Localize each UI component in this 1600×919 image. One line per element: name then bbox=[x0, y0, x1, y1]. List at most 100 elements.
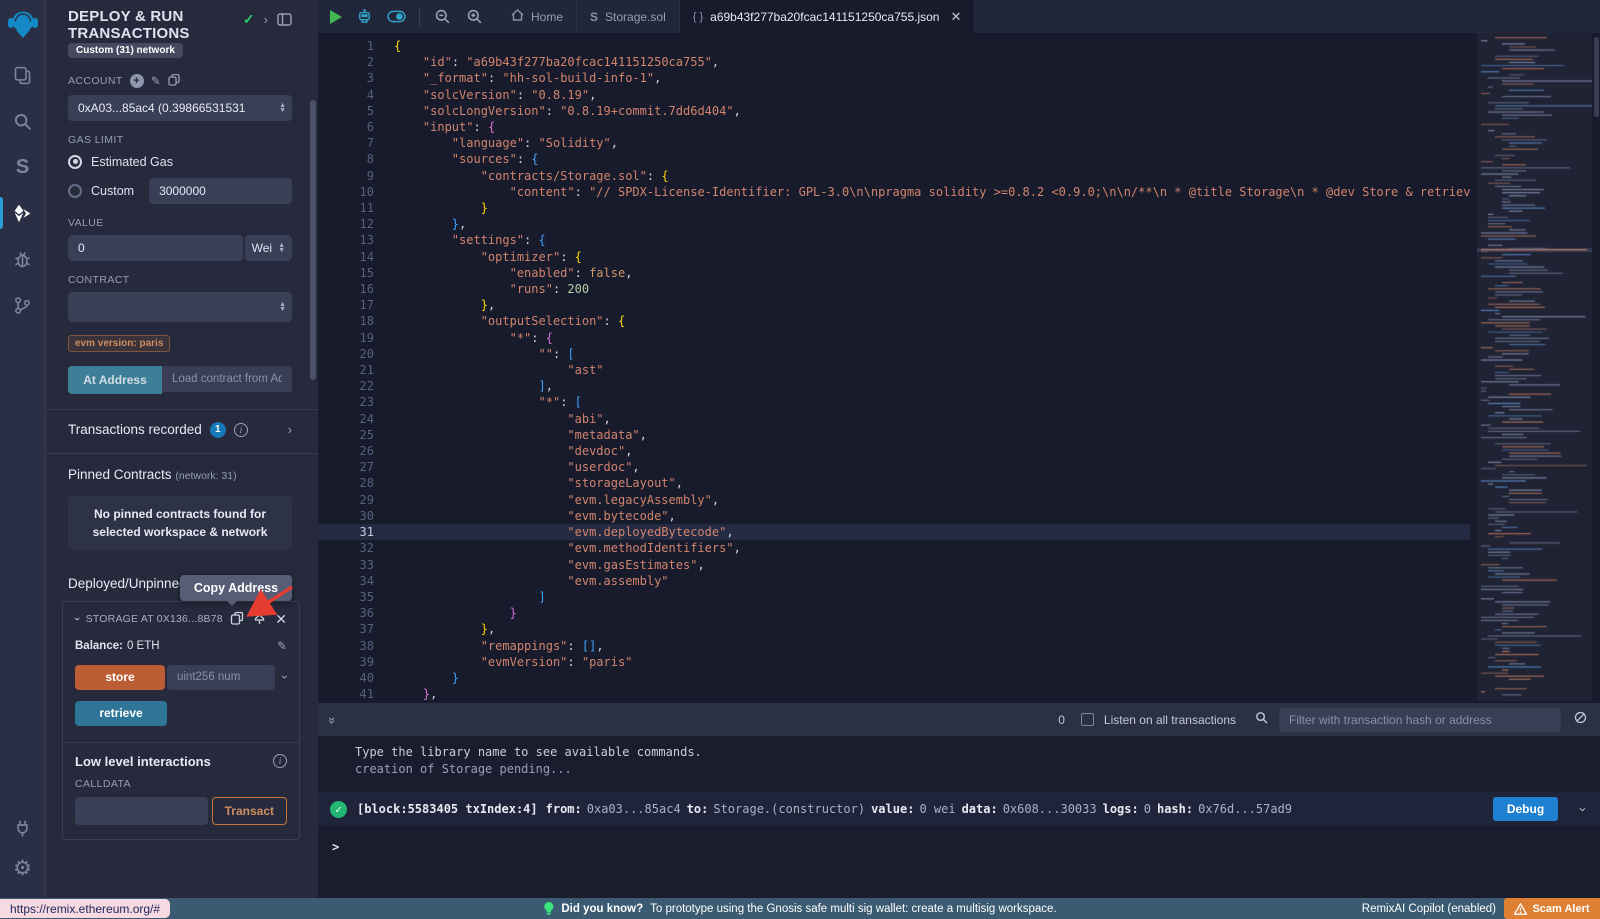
edit-account-icon[interactable]: ✎ bbox=[151, 74, 161, 88]
transactions-info-icon[interactable]: i bbox=[234, 423, 248, 437]
collapse-chevron-icon[interactable]: › bbox=[71, 617, 83, 621]
git-icon[interactable] bbox=[0, 285, 46, 325]
close-tab-icon[interactable]: ✕ bbox=[950, 9, 961, 25]
calldata-input[interactable] bbox=[75, 797, 208, 825]
value-input[interactable] bbox=[68, 235, 243, 261]
code-line-31[interactable]: 31 "evm.deployedBytecode", bbox=[318, 524, 1470, 540]
code-line-11[interactable]: 11 } bbox=[318, 200, 1470, 216]
code-line-15[interactable]: 15 "enabled": false, bbox=[318, 265, 1470, 281]
code-line-32[interactable]: 32 "evm.methodIdentifiers", bbox=[318, 540, 1470, 556]
debugger-icon[interactable] bbox=[0, 239, 46, 279]
solidity-compiler-icon[interactable]: S bbox=[0, 147, 46, 187]
code-line-5[interactable]: 5 "solcLongVersion": "0.8.19+commit.7dd6… bbox=[318, 103, 1470, 119]
code-line-6[interactable]: 6 "input": { bbox=[318, 119, 1470, 135]
search-icon[interactable] bbox=[0, 101, 46, 141]
custom-gas-input[interactable] bbox=[149, 178, 292, 204]
code-line-21[interactable]: 21 "ast" bbox=[318, 362, 1470, 378]
code-line-29[interactable]: 29 "evm.legacyAssembly", bbox=[318, 492, 1470, 508]
code-line-35[interactable]: 35 ] bbox=[318, 589, 1470, 605]
file-explorer-icon[interactable] bbox=[0, 55, 46, 95]
transact-button[interactable]: Transact bbox=[212, 797, 287, 825]
transactions-recorded-row[interactable]: Transactions recorded 1 i › bbox=[68, 422, 292, 438]
terminal-search-icon[interactable] bbox=[1254, 710, 1269, 730]
load-contract-input[interactable] bbox=[162, 366, 292, 392]
expand-tx-chevron-icon[interactable]: › bbox=[1575, 805, 1590, 813]
code-line-22[interactable]: 22 ], bbox=[318, 378, 1470, 394]
code-line-13[interactable]: 13 "settings": { bbox=[318, 232, 1470, 248]
code-line-19[interactable]: 19 "*": { bbox=[318, 330, 1470, 346]
code-line-8[interactable]: 8 "sources": { bbox=[318, 151, 1470, 167]
copy-address-icon[interactable] bbox=[230, 611, 244, 628]
code-line-24[interactable]: 24 "abi", bbox=[318, 411, 1470, 427]
run-script-button[interactable] bbox=[330, 10, 342, 24]
code-line-30[interactable]: 30 "evm.bytecode", bbox=[318, 508, 1470, 524]
code-editor[interactable]: 1{2 "id": "a69b43f277ba20fcac141151250ca… bbox=[318, 33, 1600, 703]
debug-button[interactable]: Debug bbox=[1493, 797, 1558, 821]
unit-stepper-icon[interactable]: ▲▼ bbox=[278, 243, 285, 253]
copy-account-icon[interactable] bbox=[168, 74, 180, 89]
zoom-out-icon[interactable] bbox=[433, 7, 452, 26]
store-button[interactable]: store bbox=[75, 665, 165, 690]
contract-select[interactable]: ▲▼ bbox=[68, 292, 292, 322]
code-line-10[interactable]: 10 "content": "// SPDX-License-Identifie… bbox=[318, 184, 1470, 200]
store-arg-input[interactable] bbox=[167, 665, 275, 690]
custom-gas-radio[interactable] bbox=[68, 184, 82, 198]
code-line-18[interactable]: 18 "outputSelection": { bbox=[318, 313, 1470, 329]
terminal-prompt[interactable]: > bbox=[318, 826, 1600, 854]
settings-gear-icon[interactable]: ⚙ bbox=[0, 848, 46, 888]
deploy-run-icon[interactable] bbox=[0, 193, 46, 233]
code-line-39[interactable]: 39 "evmVersion": "paris" bbox=[318, 654, 1470, 670]
plugin-manager-icon[interactable] bbox=[0, 808, 46, 848]
code-line-23[interactable]: 23 "*": [ bbox=[318, 394, 1470, 410]
code-line-38[interactable]: 38 "remappings": [], bbox=[318, 638, 1470, 654]
code-line-28[interactable]: 28 "storageLayout", bbox=[318, 475, 1470, 491]
code-line-26[interactable]: 26 "devdoc", bbox=[318, 443, 1470, 459]
transaction-log-row[interactable]: ✓ [block:5583405 txIndex:4]from:0xa03...… bbox=[318, 792, 1600, 826]
tab-json-buildinfo[interactable]: { } a69b43f277ba20fcac141151250ca755.jso… bbox=[680, 0, 976, 33]
code-line-20[interactable]: 20 "": [ bbox=[318, 346, 1470, 362]
copilot-status[interactable]: RemixAI Copilot (enabled) bbox=[1362, 898, 1496, 919]
ai-assistant-icon[interactable] bbox=[355, 7, 374, 26]
filter-input[interactable] bbox=[1279, 708, 1561, 732]
code-line-14[interactable]: 14 "optimizer": { bbox=[318, 249, 1470, 265]
edit-balance-icon[interactable]: ✎ bbox=[277, 639, 287, 653]
code-line-1[interactable]: 1{ bbox=[318, 38, 1470, 54]
code-line-40[interactable]: 40 } bbox=[318, 670, 1470, 686]
code-line-9[interactable]: 9 "contracts/Storage.sol": { bbox=[318, 168, 1470, 184]
remix-logo-icon[interactable] bbox=[6, 7, 40, 41]
pin-contract-icon[interactable] bbox=[253, 611, 266, 628]
estimated-gas-radio[interactable] bbox=[68, 155, 82, 169]
tab-storage-sol[interactable]: S Storage.sol bbox=[577, 0, 680, 33]
code-line-12[interactable]: 12 }, bbox=[318, 216, 1470, 232]
code-line-33[interactable]: 33 "evm.gasEstimates", bbox=[318, 557, 1470, 573]
at-address-button[interactable]: At Address bbox=[68, 366, 162, 394]
collapse-terminal-icon[interactable]: » bbox=[325, 717, 340, 722]
contract-stepper-icon[interactable]: ▲▼ bbox=[279, 302, 286, 312]
expand-chevron-icon[interactable]: › bbox=[264, 12, 268, 27]
copilot-toggle-icon[interactable] bbox=[387, 7, 406, 26]
code-line-17[interactable]: 17 }, bbox=[318, 297, 1470, 313]
expand-args-chevron-icon[interactable]: › bbox=[278, 675, 292, 679]
value-unit-select[interactable]: Wei ▲▼ bbox=[245, 235, 292, 261]
code-line-3[interactable]: 3 "_format": "hh-sol-build-info-1", bbox=[318, 70, 1470, 86]
code-line-27[interactable]: 27 "userdoc", bbox=[318, 459, 1470, 475]
code-line-37[interactable]: 37 }, bbox=[318, 621, 1470, 637]
minimap[interactable] bbox=[1477, 33, 1592, 701]
code-line-4[interactable]: 4 "solcVersion": "0.8.19", bbox=[318, 87, 1470, 103]
account-stepper-icon[interactable]: ▲▼ bbox=[279, 103, 286, 113]
listen-checkbox[interactable] bbox=[1081, 713, 1094, 726]
code-line-7[interactable]: 7 "language": "Solidity", bbox=[318, 135, 1470, 151]
zoom-in-icon[interactable] bbox=[465, 7, 484, 26]
remove-contract-icon[interactable]: ✕ bbox=[275, 611, 287, 628]
add-account-icon[interactable]: + bbox=[130, 74, 144, 88]
pin-panel-icon[interactable] bbox=[277, 13, 292, 26]
panel-scrollbar[interactable] bbox=[310, 100, 316, 380]
terminal[interactable]: Type the library name to see available c… bbox=[318, 736, 1600, 898]
scam-alert-badge[interactable]: Scam Alert bbox=[1504, 898, 1600, 919]
clear-console-icon[interactable] bbox=[1573, 710, 1588, 730]
editor-scrollbar[interactable] bbox=[1594, 37, 1599, 117]
account-select[interactable]: 0xA03...85ac4 (0.39866531531 ▲▼ bbox=[68, 95, 292, 121]
tab-home[interactable]: Home bbox=[498, 0, 577, 33]
code-line-41[interactable]: 41 }, bbox=[318, 686, 1470, 702]
code-line-34[interactable]: 34 "evm.assembly" bbox=[318, 573, 1470, 589]
